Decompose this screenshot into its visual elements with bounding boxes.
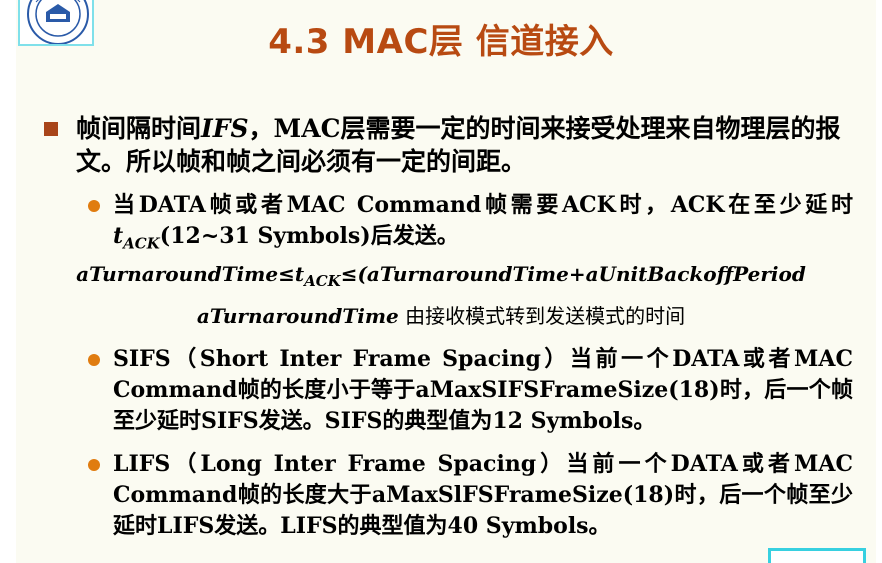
formula-turnaround-def: aTurnaroundTime 由接收模式转到发送模式的时间 [0, 300, 882, 329]
ack-text-a: 当DATA帧或者MAC Command帧需要ACK时，ACK在至少延时 [113, 192, 853, 218]
dot-bullet-icon [88, 354, 100, 366]
formula-ack-range: aTurnaroundTime≤tACK≤(aTurnaroundTime+aU… [0, 262, 882, 290]
ack-text-b: (12~31 Symbols)后发送。 [159, 223, 459, 249]
turnaround-term: aTurnaroundTime [196, 304, 399, 328]
ifs-term: IFS [201, 114, 249, 143]
media-button-icon[interactable] [768, 548, 866, 563]
formula-t-symbol: t [294, 262, 305, 286]
dot-bullet-icon [88, 459, 100, 471]
t-symbol: t [113, 223, 124, 249]
dot-bullet-icon [88, 200, 100, 212]
formula-left: aTurnaroundTime≤ [76, 262, 295, 286]
ifs-text-pre: 帧间隔时间 [76, 114, 202, 143]
bullet-ack-text: 当DATA帧或者MAC Command帧需要ACK时，ACK在至少延时 tACK(… [113, 190, 853, 259]
page-title: 4.3 MAC层 信道接入 [268, 22, 614, 62]
square-bullet-icon [44, 122, 58, 136]
bullet-ifs-text: 帧间隔时间IFS，MAC层需要一定的时间来接受处理来自物理层的报文。所以帧和帧之… [76, 112, 854, 178]
turnaround-desc: 由接收模式转到发送模式的时间 [398, 304, 686, 328]
formula-t-subscript: ACK [304, 272, 341, 290]
bullet-lifs-text: LIFS（Long Inter Frame Spacing）当前一个DATA或者… [113, 451, 853, 539]
bullet-sifs-text: SIFS（Short Inter Frame Spacing）当前一个DATA或… [113, 346, 853, 434]
t-subscript: ACK [123, 234, 160, 253]
formula-right: ≤(aTurnaroundTime+aUnitBackoffPeriod [340, 262, 806, 286]
